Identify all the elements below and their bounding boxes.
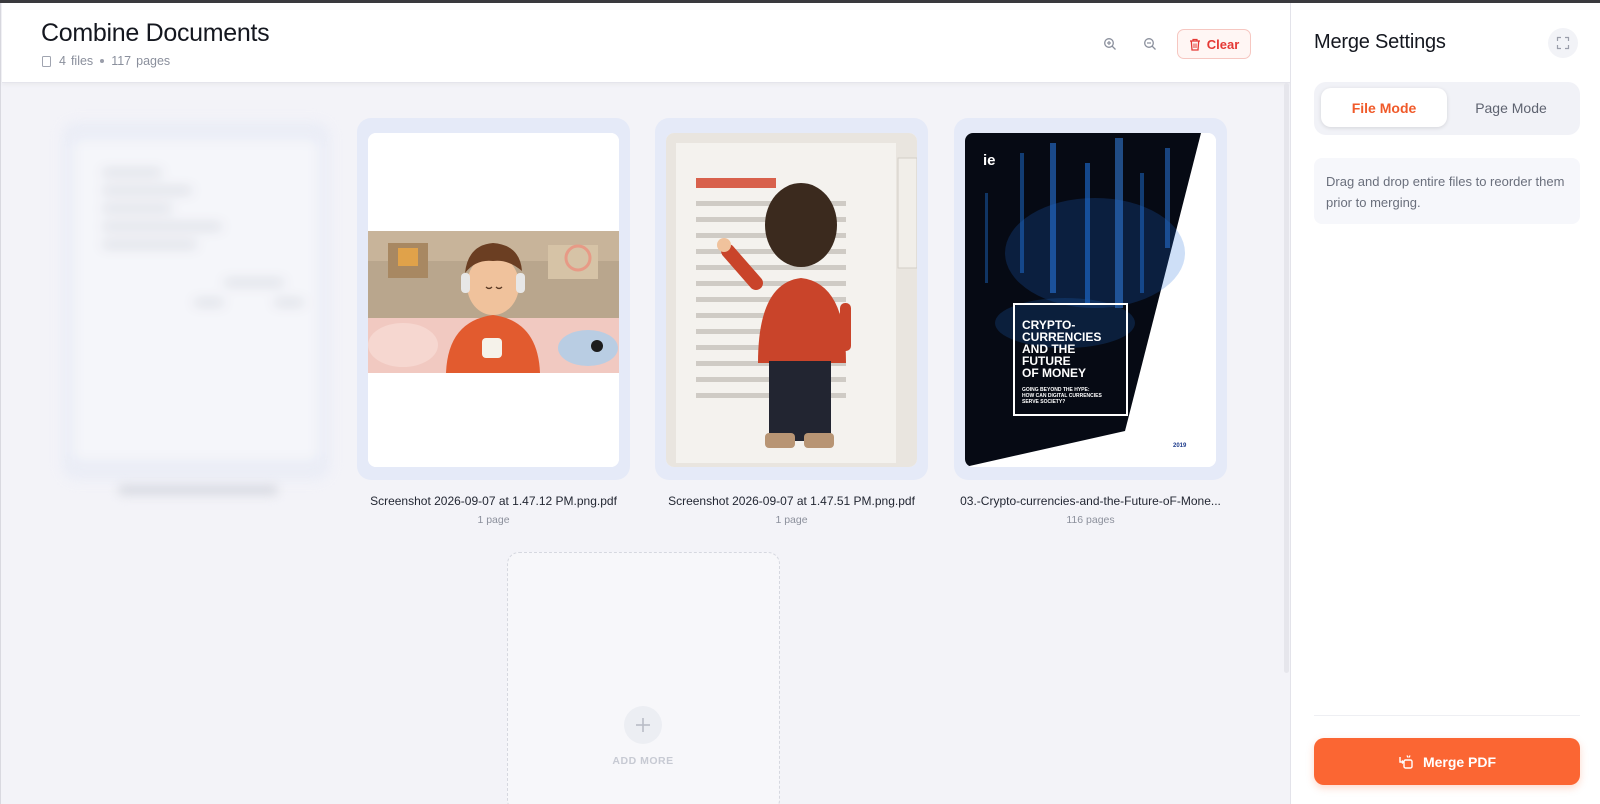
file-name: 03.-Crypto-currencies-and-the-Future-oF-… bbox=[960, 494, 1221, 508]
merge-pdf-button[interactable]: Merge PDF bbox=[1314, 738, 1580, 785]
expand-icon bbox=[1556, 36, 1570, 50]
add-more-card[interactable]: ADD MORE bbox=[507, 552, 780, 804]
files-count: 4 bbox=[59, 54, 66, 68]
merge-mode-toggle: File Mode Page Mode bbox=[1314, 82, 1580, 135]
file-thumbnail bbox=[368, 133, 619, 467]
trash-icon bbox=[1189, 38, 1200, 51]
merge-pdf-label: Merge PDF bbox=[1422, 753, 1497, 770]
cover-year: 2019 bbox=[1173, 443, 1187, 449]
zoom-in-button[interactable] bbox=[1097, 31, 1123, 57]
file-card[interactable] bbox=[655, 118, 928, 480]
scrollbar[interactable] bbox=[1284, 83, 1289, 673]
screenshot-image bbox=[368, 133, 619, 467]
pages-label: pages bbox=[136, 54, 171, 68]
tab-page-mode[interactable]: Page Mode bbox=[1448, 88, 1574, 127]
separator-dot bbox=[100, 59, 105, 63]
file-page-count: 1 page bbox=[775, 514, 808, 526]
file-page-count: 1 page bbox=[477, 514, 510, 526]
expand-button[interactable] bbox=[1548, 28, 1578, 58]
file-card[interactable] bbox=[357, 118, 630, 480]
merge-icon bbox=[1399, 754, 1413, 769]
settings-title: Merge Settings bbox=[1314, 31, 1446, 53]
file-card[interactable]: ie CRYPTO- CURRENCIES AND THE FUTURE OF … bbox=[954, 118, 1227, 480]
page-title: Combine Documents bbox=[41, 19, 270, 47]
file-name: Screenshot 2026-09-07 at 1.47.51 PM.png.… bbox=[668, 494, 915, 508]
clear-button[interactable]: Clear bbox=[1177, 29, 1251, 59]
pages-count: 117 bbox=[111, 54, 132, 68]
plus-icon bbox=[636, 718, 650, 732]
file-page-count: 116 pages bbox=[1066, 514, 1115, 526]
add-more-label: ADD MORE bbox=[612, 755, 674, 767]
cover-subtitle-line: SERVE SOCIETY? bbox=[1022, 399, 1065, 405]
clear-label: Clear bbox=[1206, 36, 1240, 52]
dragging-file-card[interactable] bbox=[62, 122, 330, 480]
tab-file-mode[interactable]: File Mode bbox=[1321, 88, 1447, 127]
document-icon bbox=[42, 55, 51, 67]
file-summary: 4 files 117 pages bbox=[42, 54, 170, 68]
mode-hint: Drag and drop entire files to reorder th… bbox=[1314, 158, 1580, 224]
zoom-out-button[interactable] bbox=[1137, 31, 1163, 57]
cover-logo: ie bbox=[983, 152, 996, 169]
merge-settings-panel: Merge Settings File Mode Page Mode Drag … bbox=[1290, 3, 1600, 804]
page-header: Combine Documents 4 files 117 pages Clea… bbox=[2, 3, 1291, 83]
cover-title-line: OF MONEY bbox=[1022, 366, 1086, 380]
add-more-button[interactable] bbox=[624, 706, 662, 744]
file-name: Screenshot 2026-09-07 at 1.47.12 PM.png.… bbox=[370, 494, 617, 508]
screenshot-image bbox=[666, 133, 917, 467]
zoom-in-icon bbox=[1104, 38, 1116, 50]
dragging-file-label bbox=[118, 485, 278, 495]
zoom-out-icon bbox=[1144, 38, 1156, 50]
file-thumbnail: ie CRYPTO- CURRENCIES AND THE FUTURE OF … bbox=[965, 133, 1216, 467]
divider bbox=[1314, 715, 1580, 716]
files-label: files bbox=[70, 54, 94, 68]
document-cover-image: ie CRYPTO- CURRENCIES AND THE FUTURE OF … bbox=[965, 133, 1216, 467]
file-thumbnail bbox=[666, 133, 917, 467]
